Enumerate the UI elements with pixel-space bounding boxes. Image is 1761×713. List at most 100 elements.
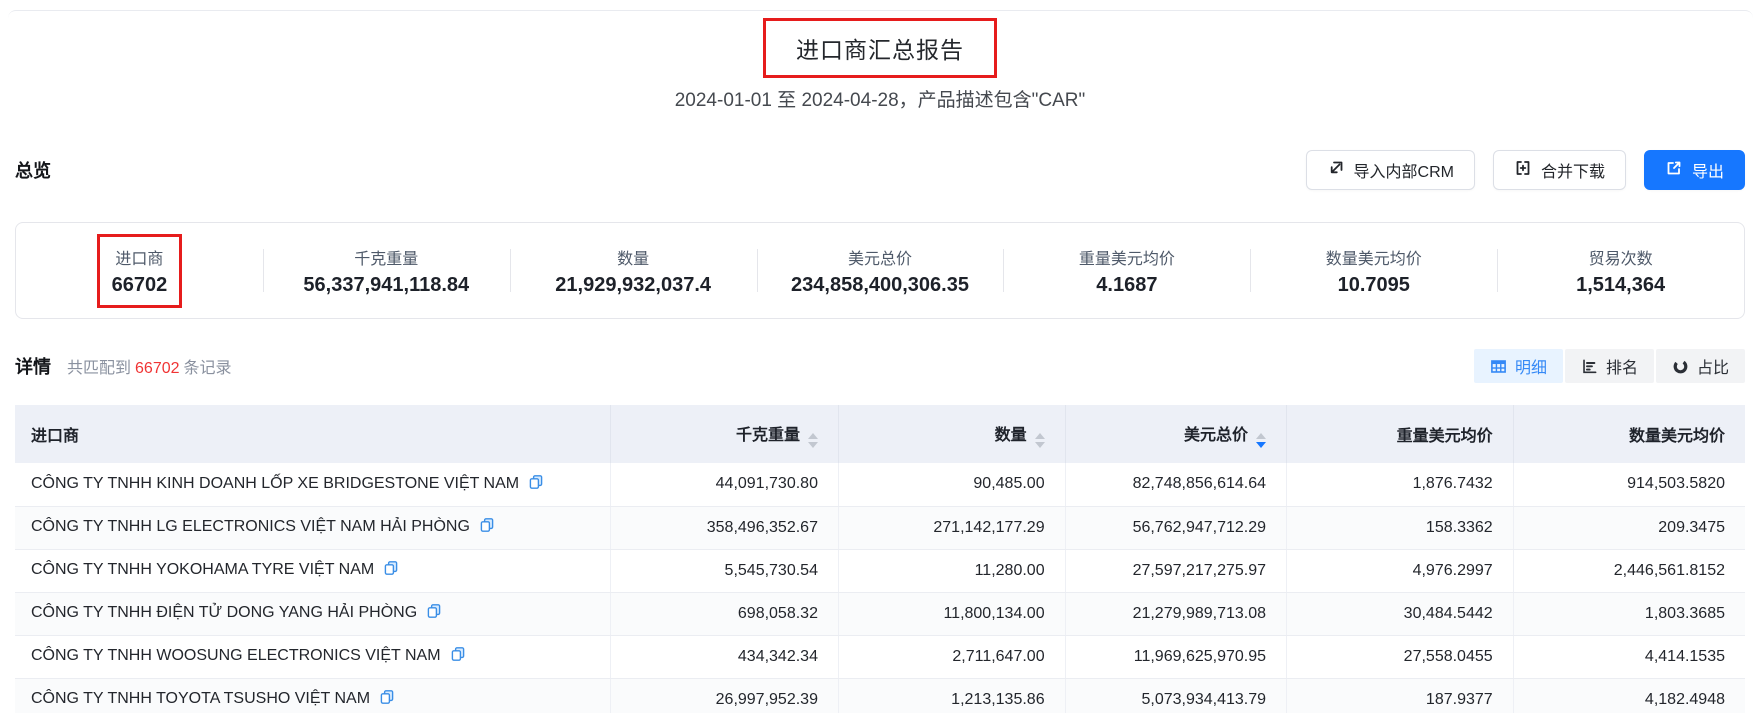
stat-value: 234,858,400,306.35 xyxy=(791,274,969,297)
table-row: CÔNG TY TNHH ĐIỆN TỬ DONG YANG HẢI PHÒNG… xyxy=(15,592,1745,635)
tab-label: 排名 xyxy=(1606,354,1638,378)
merge-download-button[interactable]: 合并下载 xyxy=(1493,150,1626,190)
copy-icon[interactable] xyxy=(479,517,495,538)
import-crm-label: 导入内部CRM xyxy=(1354,158,1454,182)
top-card-edge xyxy=(8,10,1753,20)
stat-label: 美元总价 xyxy=(848,245,912,269)
stat-item: 贸易次数 1,514,364 xyxy=(1497,223,1744,318)
value-cell: 5,545,730.54 xyxy=(610,549,838,592)
match-prefix: 共匹配到 xyxy=(67,360,131,377)
tab-明细[interactable]: 明细 xyxy=(1474,349,1563,383)
stat-item: 数量美元均价 10.7095 xyxy=(1250,223,1497,318)
importer-name-cell: CÔNG TY TNHH ĐIỆN TỬ DONG YANG HẢI PHÒNG xyxy=(15,592,610,635)
value-cell: 187.9377 xyxy=(1287,678,1514,713)
export-button[interactable]: 导出 xyxy=(1644,150,1745,190)
sort-caret-icon[interactable] xyxy=(1256,433,1266,448)
stat-label: 贸易次数 xyxy=(1589,245,1653,269)
stat-value: 1,514,364 xyxy=(1576,274,1665,297)
table-row: CÔNG TY TNHH WOOSUNG ELECTRONICS VIỆT NA… xyxy=(15,635,1745,678)
export-label: 导出 xyxy=(1692,158,1724,182)
value-cell: 5,073,934,413.79 xyxy=(1065,678,1286,713)
table-row: CÔNG TY TNHH KINH DOANH LỐP XE BRIDGESTO… xyxy=(15,463,1745,506)
stat-importers: 进口商 66702 xyxy=(16,223,263,318)
value-cell: 698,058.32 xyxy=(610,592,838,635)
stat-item: 美元总价 234,858,400,306.35 xyxy=(757,223,1004,318)
page-title: 进口商汇总报告 xyxy=(796,31,964,65)
table-row: CÔNG TY TNHH LG ELECTRONICS VIỆT NAM HẢI… xyxy=(15,506,1745,549)
column-header-1[interactable]: 千克重量 xyxy=(610,405,838,463)
copy-icon[interactable] xyxy=(450,646,466,667)
import-crm-button[interactable]: 导入内部CRM xyxy=(1306,150,1475,190)
value-cell: 82,748,856,614.64 xyxy=(1065,463,1286,506)
value-cell: 44,091,730.80 xyxy=(610,463,838,506)
match-summary: 共匹配到66702条记录 xyxy=(67,354,232,378)
copy-icon[interactable] xyxy=(528,474,544,495)
value-cell: 90,485.00 xyxy=(838,463,1065,506)
sort-caret-icon[interactable] xyxy=(808,433,818,448)
tab-占比[interactable]: 占比 xyxy=(1656,349,1745,383)
column-header-3[interactable]: 美元总价 xyxy=(1065,405,1286,463)
value-cell: 27,597,217,275.97 xyxy=(1065,549,1286,592)
importer-name-cell: CÔNG TY TNHH LG ELECTRONICS VIỆT NAM HẢI… xyxy=(15,506,610,549)
details-bar: 详情 共匹配到66702条记录 明细 排名占比 xyxy=(15,349,1745,383)
value-cell: 358,496,352.67 xyxy=(610,506,838,549)
importer-table: 进口商 千克重量 数量 美元总价 重量美元均价 数量美元均价 CÔNG TY TNHH K… xyxy=(15,405,1745,713)
value-cell: 30,484.5442 xyxy=(1287,592,1514,635)
export-icon xyxy=(1665,159,1683,182)
value-cell: 2,446,561.8152 xyxy=(1513,549,1745,592)
column-label: 数量美元均价 xyxy=(1629,428,1725,445)
stat-value: 4.1687 xyxy=(1096,274,1157,297)
stat-item: 数量21,929,932,037.4 xyxy=(510,223,757,318)
value-cell: 26,997,952.39 xyxy=(610,678,838,713)
copy-icon[interactable] xyxy=(426,603,442,624)
report-subtitle: 2024-01-01 至 2024-04-28，产品描述包含"CAR" xyxy=(15,85,1745,112)
stat-item: 重量美元均价 4.1687 xyxy=(1003,223,1250,318)
ranking-icon xyxy=(1581,358,1598,375)
table-body: CÔNG TY TNHH KINH DOANH LỐP XE BRIDGESTO… xyxy=(15,463,1745,713)
value-cell: 11,800,134.00 xyxy=(838,592,1065,635)
table-icon xyxy=(1490,358,1507,375)
column-label: 重量美元均价 xyxy=(1397,428,1493,445)
value-cell: 56,762,947,712.29 xyxy=(1065,506,1286,549)
copy-icon[interactable] xyxy=(383,560,399,581)
stat-label: 重量美元均价 xyxy=(1079,245,1175,269)
column-header-4: 重量美元均价 xyxy=(1287,405,1514,463)
action-buttons: 导入内部CRM 合并下载 导出 xyxy=(1306,150,1745,190)
value-cell: 21,279,989,713.08 xyxy=(1065,592,1286,635)
value-cell: 271,142,177.29 xyxy=(838,506,1065,549)
importer-name-cell: CÔNG TY TNHH KINH DOANH LỐP XE BRIDGESTO… xyxy=(15,463,610,506)
overview-bar: 总览 导入内部CRM 合并下载 xyxy=(15,150,1745,190)
value-cell: 4,182.4948 xyxy=(1513,678,1745,713)
value-cell: 11,280.00 xyxy=(838,549,1065,592)
stat-value: 10.7095 xyxy=(1338,274,1410,297)
stat-value: 21,929,932,037.4 xyxy=(555,274,711,297)
importer-name: CÔNG TY TNHH YOKOHAMA TYRE VIỆT NAM xyxy=(31,561,374,578)
table-row: CÔNG TY TNHH TOYOTA TSUSHO VIỆT NAM26,99… xyxy=(15,678,1745,713)
details-left: 详情 共匹配到66702条记录 xyxy=(15,353,232,379)
table-row: CÔNG TY TNHH YOKOHAMA TYRE VIỆT NAM 5,545… xyxy=(15,549,1745,592)
column-label: 美元总价 xyxy=(1184,427,1248,444)
details-heading: 详情 xyxy=(15,353,51,379)
value-cell: 4,976.2997 xyxy=(1287,549,1514,592)
stat-item: 千克重量56,337,941,118.84 xyxy=(263,223,510,318)
view-tabs: 明细 排名占比 xyxy=(1474,349,1745,383)
sort-caret-icon[interactable] xyxy=(1035,433,1045,448)
importer-name-cell: CÔNG TY TNHH WOOSUNG ELECTRONICS VIỆT NA… xyxy=(15,635,610,678)
tab-排名[interactable]: 排名 xyxy=(1565,349,1654,383)
value-cell: 27,558.0455 xyxy=(1287,635,1514,678)
overview-heading: 总览 xyxy=(15,157,51,183)
copy-icon[interactable] xyxy=(379,689,395,710)
value-cell: 1,213,135.86 xyxy=(838,678,1065,713)
importer-name: CÔNG TY TNHH ĐIỆN TỬ DONG YANG HẢI PHÒNG xyxy=(31,604,417,621)
stat-value: 66702 xyxy=(112,274,168,297)
column-header-2[interactable]: 数量 xyxy=(838,405,1065,463)
column-header-0: 进口商 xyxy=(15,405,610,463)
value-cell: 4,414.1535 xyxy=(1513,635,1745,678)
table-header-row: 进口商 千克重量 数量 美元总价 重量美元均价 数量美元均价 xyxy=(15,405,1745,463)
column-label: 千克重量 xyxy=(736,427,800,444)
importer-name: CÔNG TY TNHH KINH DOANH LỐP XE BRIDGESTO… xyxy=(31,475,519,492)
importer-name: CÔNG TY TNHH LG ELECTRONICS VIỆT NAM HẢI… xyxy=(31,518,470,535)
stat-label: 数量美元均价 xyxy=(1326,245,1422,269)
import-icon xyxy=(1327,159,1345,182)
stat-label: 进口商 xyxy=(115,245,163,269)
